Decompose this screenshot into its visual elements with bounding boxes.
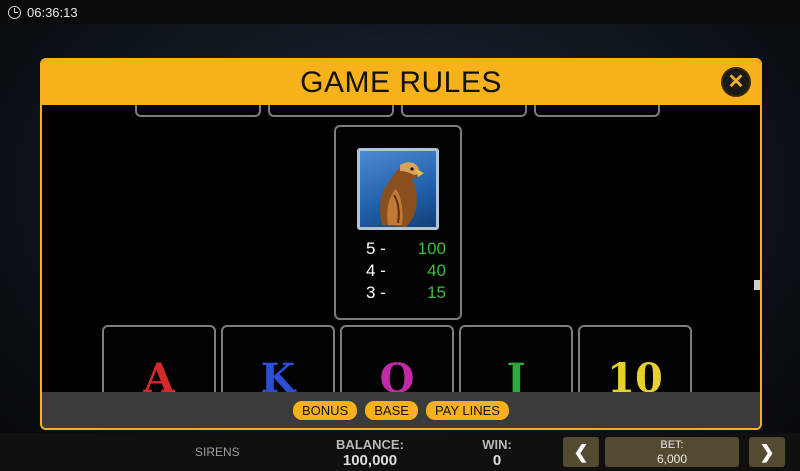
balance-value: 100,000 [342,452,398,469]
game-name: SIRENS [195,445,240,459]
symbol-card-a: A [102,325,216,395]
bet-increase-button[interactable]: ❯ [749,437,785,467]
tab-pay-lines[interactable]: PAY LINES [425,400,509,420]
win-value: 0 [492,452,502,469]
rules-content[interactable]: 5 - 100 4 - 40 3 - 15 A K Q J 10 [42,105,760,395]
win-label: WIN: [482,437,512,452]
pay-row: 3 - 15 [366,283,446,303]
rules-tab-bar: BONUS BASE PAY LINES [42,392,760,428]
symbol-card-partial [401,105,527,117]
chevron-left-icon: ❮ [573,442,589,462]
clock-time: 06:36:13 [27,4,78,20]
bet-decrease-button[interactable]: ❮ [563,437,599,467]
modal-header: GAME RULES ✕ [42,60,760,105]
game-control-bar: SIRENS BALANCE: 100,000 WIN: 0 ❮ BET: 6,… [0,433,800,471]
symbol-card-partial [268,105,394,117]
pay-row: 5 - 100 [366,239,446,259]
symbol-q: Q [379,355,415,395]
pay-row: 4 - 40 [366,261,446,281]
symbol-count: 4 - [366,261,386,280]
symbol-card-q: Q [340,325,454,395]
payout-value: 100 [417,239,446,258]
tab-base[interactable]: BASE [365,400,418,420]
payout-value: 40 [427,261,446,280]
close-button[interactable]: ✕ [721,67,751,97]
close-icon: ✕ [727,71,745,93]
scrollbar-thumb[interactable] [754,280,760,290]
symbol-k: K [260,355,296,395]
symbol-card-partial [135,105,261,117]
bet-label: BET: [660,439,684,451]
bet-display[interactable]: BET: 6,000 [605,437,739,467]
symbol-card-10: 10 [578,325,692,395]
eagle-symbol-icon [357,148,439,230]
symbol-card-k: K [221,325,335,395]
symbol-j: J [506,355,526,395]
tab-bonus[interactable]: BONUS [293,400,358,420]
chevron-right-icon: ❯ [759,442,775,462]
game-rules-modal: GAME RULES ✕ 5 - 100 4 - 40 3 - 15 A K Q… [40,58,762,430]
win-display: WIN: 0 [470,437,524,469]
symbol-count: 5 - [366,239,386,258]
modal-title: GAME RULES [300,66,502,99]
symbol-count: 3 - [366,283,386,302]
balance-label: BALANCE: [336,437,404,452]
eagle-paytable-card: 5 - 100 4 - 40 3 - 15 [334,125,462,320]
payout-value: 15 [427,283,446,302]
symbol-card-partial [534,105,660,117]
symbol-card-j: J [459,325,573,395]
status-bar: 06:36:13 [0,0,800,24]
balance-display: BALANCE: 100,000 [330,437,410,469]
bet-value: 6,000 [656,452,688,466]
symbol-a: A [143,355,175,395]
clock-icon [8,5,21,19]
symbol-10: 10 [607,355,663,395]
